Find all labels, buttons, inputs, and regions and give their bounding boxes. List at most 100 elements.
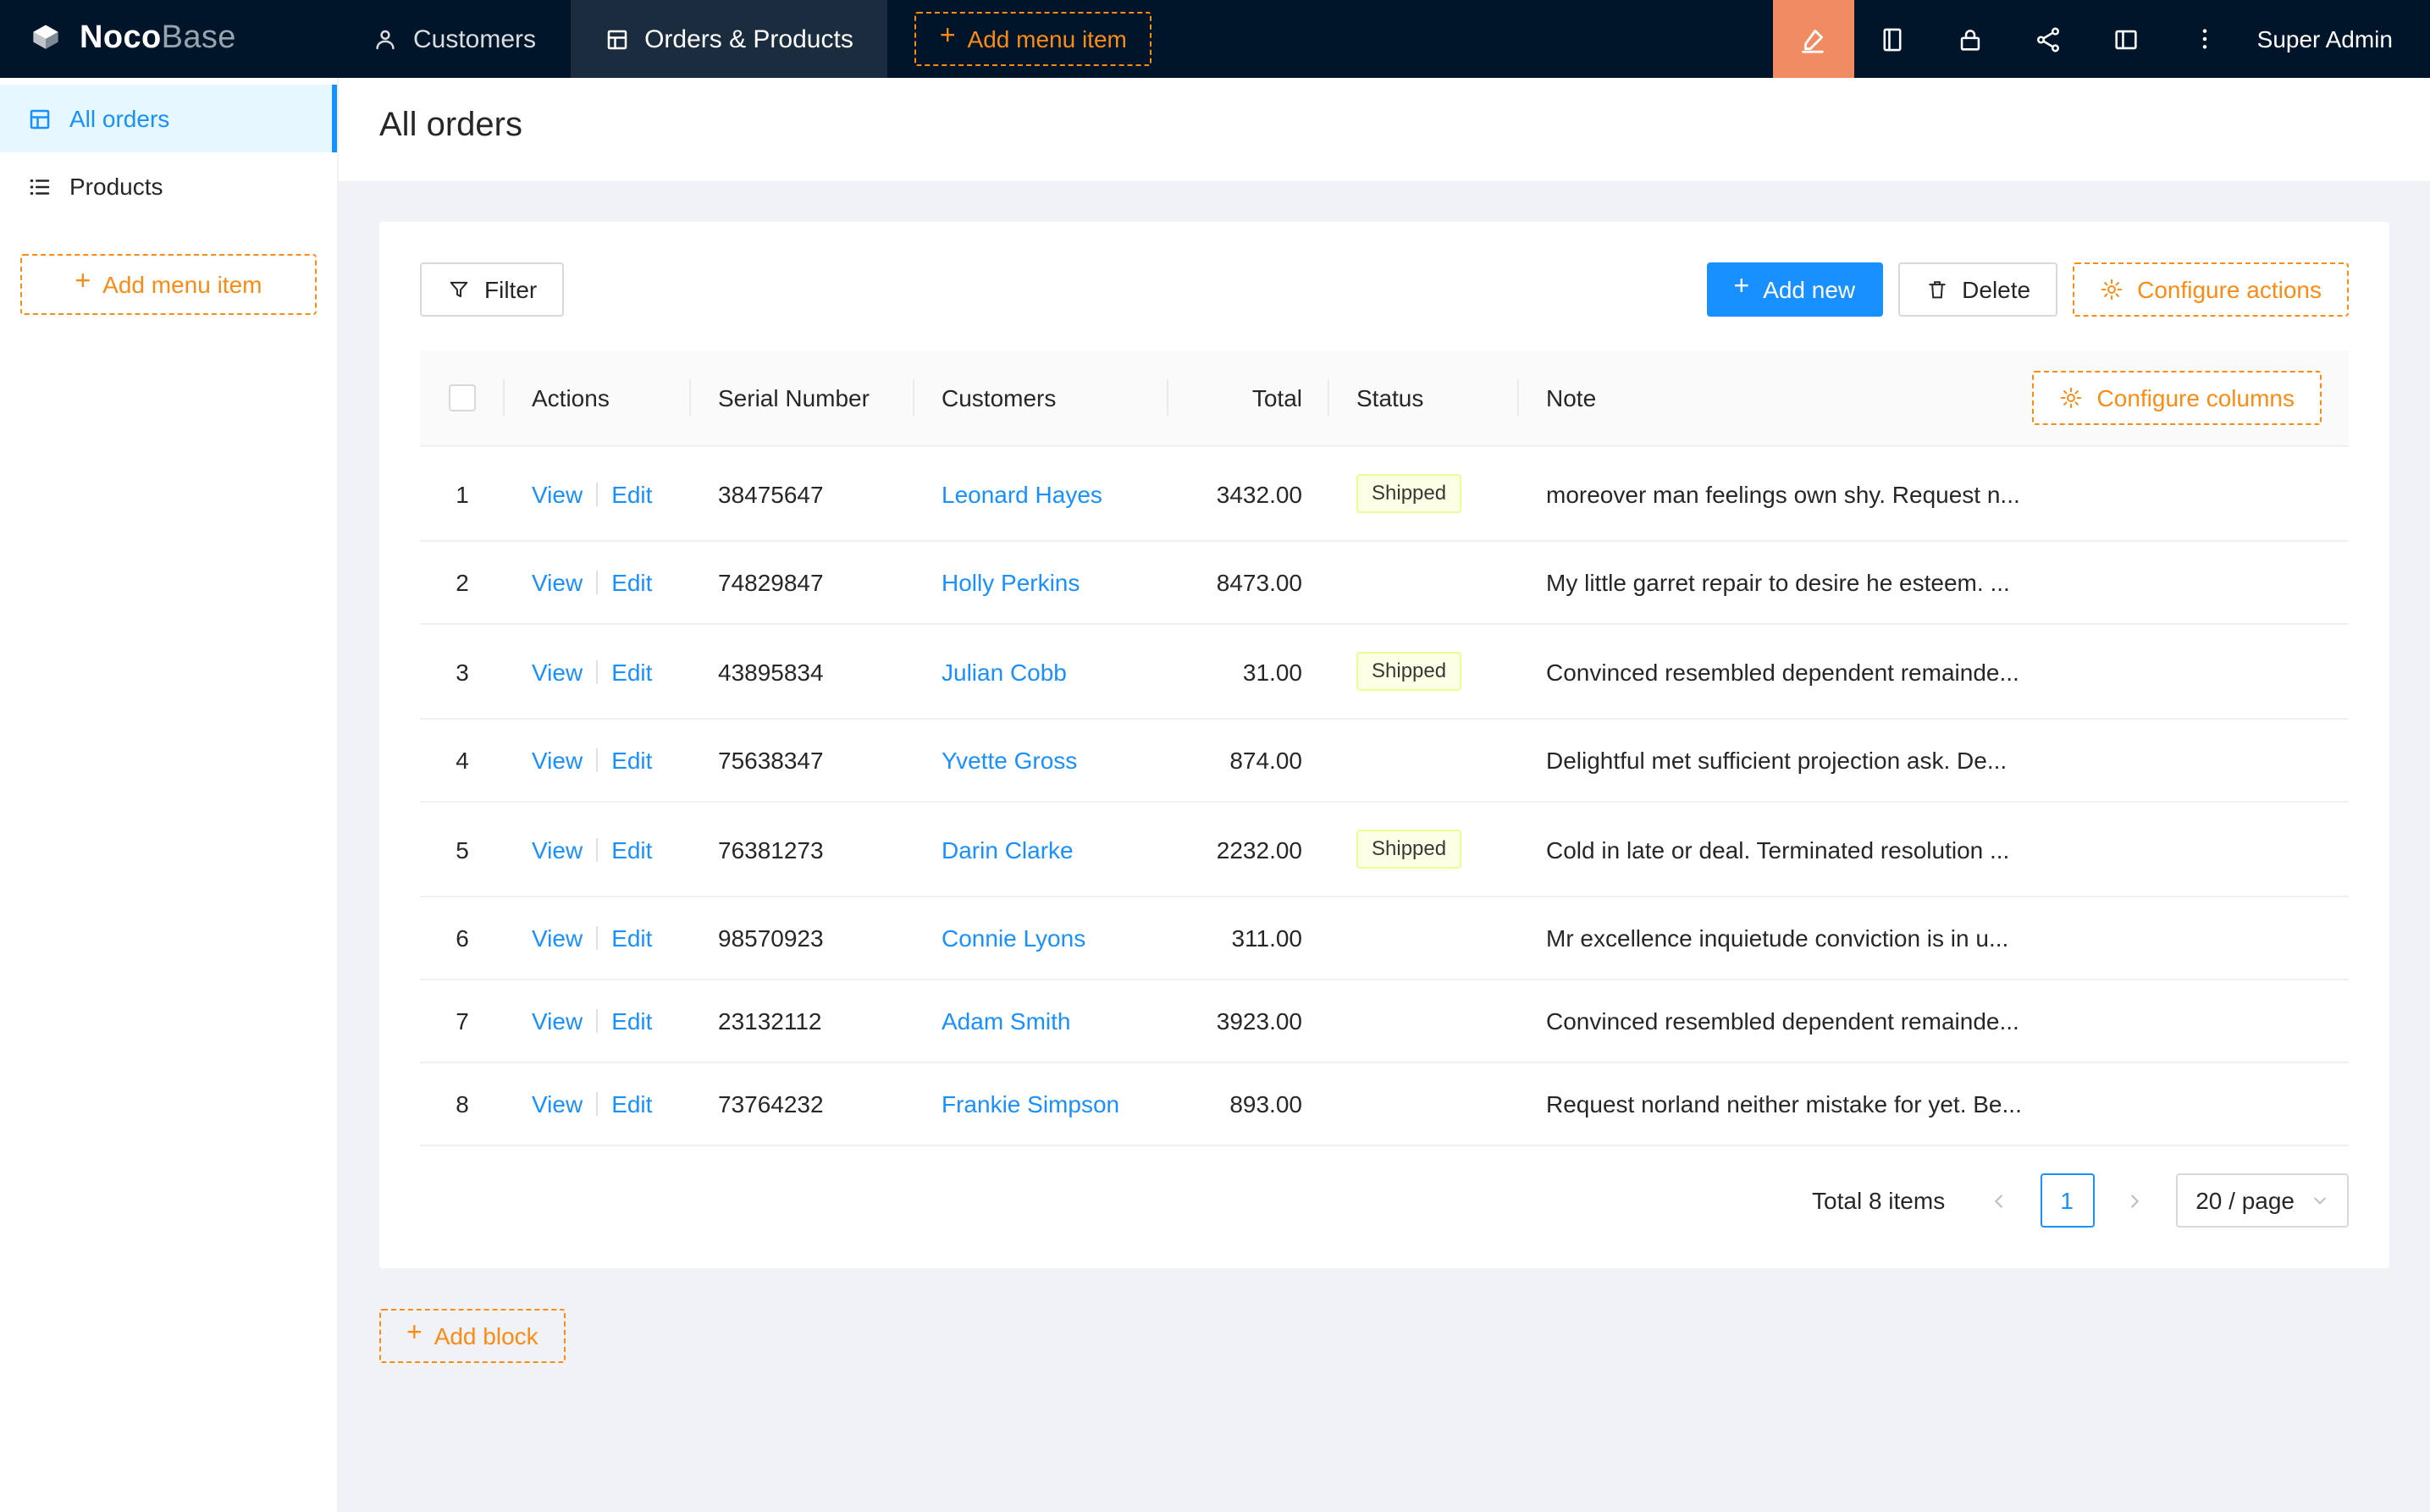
lock-button[interactable] (1932, 0, 2010, 78)
header-add-menu-item-button[interactable]: + Add menu item (914, 12, 1152, 66)
view-link[interactable]: View (532, 747, 583, 774)
edit-link[interactable]: Edit (611, 658, 652, 685)
customer-link[interactable]: Darin Clarke (942, 836, 1074, 863)
page-size-select[interactable]: 20 / page (2175, 1173, 2349, 1228)
view-link[interactable]: View (532, 658, 583, 685)
customer-link[interactable]: Connie Lyons (942, 924, 1085, 952)
edit-link[interactable]: Edit (611, 924, 652, 952)
orders-table-icon (604, 26, 629, 52)
add-new-button[interactable]: + Add new (1707, 262, 1883, 317)
page-number-1[interactable]: 1 (2040, 1173, 2094, 1228)
table-header-row: Actions Serial Number Customers Total St… (420, 350, 2349, 446)
view-link[interactable]: View (532, 1090, 583, 1117)
total-cell: 8473.00 (1168, 541, 1329, 624)
table-row: 1 ViewEdit 38475647 Leonard Hayes 3432.0… (420, 446, 2349, 541)
content-area: All orders Filter (339, 78, 2430, 1512)
sidebar-item-all-orders[interactable]: All orders (0, 85, 337, 152)
next-page-button[interactable] (2107, 1173, 2162, 1228)
customer-cell: Connie Lyons (914, 897, 1168, 979)
column-header-serial-number: Serial Number (691, 350, 914, 446)
ui-editor-button[interactable] (1773, 0, 1854, 78)
api-share-button[interactable] (2010, 0, 2088, 78)
serial-number-cell: 98570923 (691, 897, 914, 979)
user-menu[interactable]: Super Admin (2244, 0, 2430, 78)
nav-item-orders-products[interactable]: Orders & Products (570, 0, 887, 78)
nav-item-customers[interactable]: Customers (339, 0, 570, 78)
customer-link[interactable]: Holly Perkins (942, 569, 1080, 596)
list-icon (27, 174, 52, 199)
status-cell: Shipped (1329, 802, 1519, 897)
notebook-button[interactable] (1854, 0, 1932, 78)
filter-button[interactable]: Filter (420, 262, 564, 317)
column-header-customers: Customers (914, 350, 1168, 446)
edit-link[interactable]: Edit (611, 569, 652, 596)
total-cell: 2232.00 (1168, 802, 1329, 897)
table-row: 4 ViewEdit 75638347 Yvette Gross 874.00 … (420, 719, 2349, 802)
column-header-actions: Actions (505, 350, 691, 446)
configure-columns-button[interactable]: Configure columns (2033, 371, 2322, 425)
view-link[interactable]: View (532, 569, 583, 596)
edit-link[interactable]: Edit (611, 747, 652, 774)
nocobase-logo[interactable]: NocoBase (0, 0, 339, 78)
customer-link[interactable]: Frankie Simpson (942, 1090, 1119, 1117)
status-cell (1329, 1062, 1519, 1145)
customer-link[interactable]: Leonard Hayes (942, 480, 1102, 507)
row-actions: View Edit (505, 897, 691, 979)
view-link[interactable]: View (532, 480, 583, 507)
customer-cell: Leonard Hayes (914, 446, 1168, 541)
view-link[interactable]: View (532, 836, 583, 863)
configure-actions-button[interactable]: Configure actions (2073, 262, 2349, 317)
top-header: NocoBase Customers Orders & Products + A… (0, 0, 2430, 78)
view-link[interactable]: View (532, 1007, 583, 1035)
delete-button[interactable]: Delete (1897, 262, 2057, 317)
layout-icon (2112, 25, 2141, 53)
note-cell: My little garret repair to desire he est… (1519, 541, 2349, 624)
edit-link[interactable]: Edit (611, 836, 652, 863)
more-button[interactable] (2166, 0, 2244, 78)
layout-button[interactable] (2088, 0, 2166, 78)
sidebar-add-menu-item-button[interactable]: + Add menu item (20, 254, 317, 315)
nocobase-logo-icon (27, 20, 64, 58)
chevron-down-icon (2311, 1192, 2328, 1209)
note-cell: Cold in late or deal. Terminated resolut… (1519, 802, 2349, 897)
highlighter-icon (1799, 25, 1828, 53)
serial-number-cell: 43895834 (691, 624, 914, 719)
edit-link[interactable]: Edit (611, 1090, 652, 1117)
plus-icon: + (75, 269, 91, 296)
select-all-checkbox[interactable] (449, 384, 476, 411)
customer-link[interactable]: Julian Cobb (942, 658, 1067, 685)
row-actions: View Edit (505, 1062, 691, 1145)
plus-icon: + (1734, 274, 1750, 301)
row-index: 5 (420, 802, 505, 897)
previous-page-button[interactable] (1972, 1173, 2026, 1228)
trash-icon (1925, 278, 1948, 301)
nav-item-label: Customers (413, 25, 536, 53)
sidebar-item-products[interactable]: Products (0, 152, 337, 220)
customer-link[interactable]: Yvette Gross (942, 747, 1077, 774)
serial-number-cell: 74829847 (691, 541, 914, 624)
pagination: Total 8 items 1 (420, 1173, 2349, 1228)
column-header-status: Status (1329, 350, 1519, 446)
total-cell: 874.00 (1168, 719, 1329, 802)
serial-number-cell: 23132112 (691, 979, 914, 1062)
action-divider (596, 571, 598, 594)
nav-item-label: Orders & Products (644, 25, 853, 53)
note-cell: Convinced resembled dependent remainde..… (1519, 979, 2349, 1062)
customer-cell: Frankie Simpson (914, 1062, 1168, 1145)
status-tag: Shipped (1356, 474, 1461, 513)
edit-link[interactable]: Edit (611, 1007, 652, 1035)
chevron-right-icon (2125, 1191, 2144, 1210)
add-block-button[interactable]: + Add block (379, 1309, 566, 1363)
note-cell: Delightful met sufficient projection ask… (1519, 719, 2349, 802)
view-link[interactable]: View (532, 924, 583, 952)
status-cell: Shipped (1329, 624, 1519, 719)
notebook-icon (1879, 25, 1908, 53)
edit-link[interactable]: Edit (611, 480, 652, 507)
status-cell (1329, 979, 1519, 1062)
customer-cell: Adam Smith (914, 979, 1168, 1062)
orders-form-icon (27, 106, 52, 131)
logo-text-light: Base (162, 20, 236, 56)
customer-link[interactable]: Adam Smith (942, 1007, 1071, 1035)
sidebar-item-label: Products (69, 173, 163, 200)
toolbar-right: + Add new Delete (1707, 262, 2350, 317)
